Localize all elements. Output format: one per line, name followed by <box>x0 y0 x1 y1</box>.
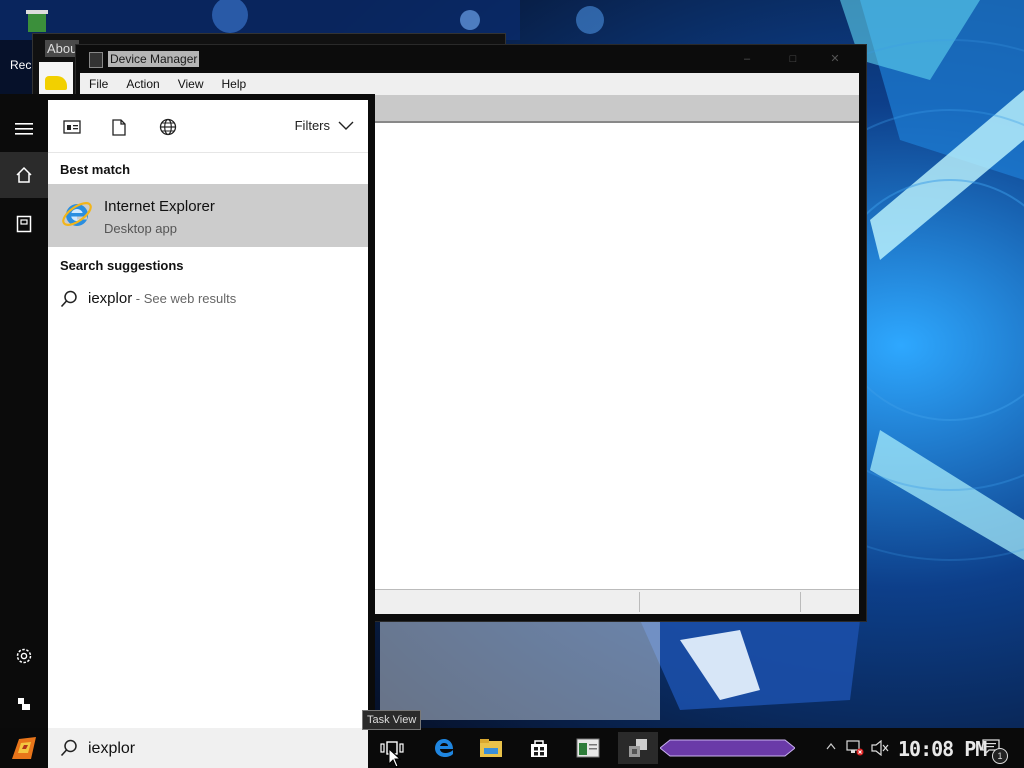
file-explorer-button[interactable] <box>471 732 511 764</box>
expand-menu-button[interactable] <box>0 106 48 152</box>
file-explorer-icon <box>480 739 502 757</box>
user-button[interactable] <box>0 681 48 727</box>
about-app-icon <box>39 62 73 94</box>
close-icon[interactable]: ✕ <box>820 49 850 69</box>
minimize-icon[interactable]: – <box>732 49 762 69</box>
filter-bar: Filters <box>48 100 368 153</box>
start-logo-icon <box>12 737 36 759</box>
notification-count-badge: 1 <box>992 748 1008 764</box>
home-button[interactable] <box>0 152 48 198</box>
status-divider <box>639 592 640 612</box>
recycle-bin-label: Rec <box>10 58 32 72</box>
result-type: Desktop app <box>104 221 177 236</box>
task-view-tooltip: Task View <box>362 710 422 730</box>
taskbar-decoration <box>660 739 795 757</box>
filters-label: Filters <box>294 118 330 133</box>
edge-button[interactable] <box>424 732 464 764</box>
clock[interactable]: 10:08 PM <box>898 737 987 761</box>
maximize-icon[interactable]: □ <box>778 49 808 69</box>
action-center-button[interactable]: 1 <box>982 739 1008 764</box>
suggestion-hint: - See web results <box>132 291 237 306</box>
user-icon <box>18 698 30 710</box>
chevron-down-icon <box>338 121 354 130</box>
search-results: Filters Best match Internet Explorer Des… <box>48 100 368 728</box>
best-match-result[interactable]: Internet Explorer Desktop app <box>48 184 368 247</box>
best-match-heading: Best match <box>60 162 131 177</box>
apps-filter-icon <box>63 120 81 134</box>
menu-help[interactable]: Help <box>213 77 256 91</box>
device-manager-icon <box>629 739 647 757</box>
result-name: Internet Explorer <box>104 198 215 215</box>
hamburger-icon <box>15 123 33 135</box>
device-manager-titlebar[interactable]: Device Manager – □ ✕ <box>76 45 866 73</box>
menu-view[interactable]: View <box>169 77 213 91</box>
internet-explorer-icon <box>62 202 92 226</box>
menu-file[interactable]: File <box>80 77 117 91</box>
documents-filter-button[interactable] <box>107 116 131 138</box>
app-window-icon <box>576 738 600 758</box>
device-manager-app-icon <box>89 52 103 68</box>
mouse-cursor-icon <box>388 748 402 768</box>
network-disconnected-icon[interactable] <box>846 740 864 756</box>
chevron-up-icon[interactable] <box>826 742 836 750</box>
search-input[interactable] <box>86 734 360 764</box>
menu-action[interactable]: Action <box>117 77 168 91</box>
start-rail <box>0 94 48 728</box>
suggestion-text: iexplor <box>88 290 133 307</box>
web-filter-button[interactable] <box>156 116 180 138</box>
filters-dropdown[interactable]: Filters <box>295 118 354 133</box>
device-manager-taskbar-button[interactable] <box>618 732 658 764</box>
start-button[interactable] <box>0 728 48 768</box>
documents-filter-icon <box>112 118 126 136</box>
recycle-bin-icon[interactable] <box>20 8 54 34</box>
settings-button[interactable] <box>0 633 48 679</box>
store-button[interactable] <box>519 732 559 764</box>
documents-icon <box>16 215 32 233</box>
edge-icon <box>435 739 453 757</box>
search-icon <box>60 290 77 308</box>
app-window-button[interactable] <box>568 732 608 764</box>
taskbar-search-box[interactable] <box>48 728 368 768</box>
store-icon <box>531 740 547 757</box>
device-manager-menubar: File Action View Help <box>80 73 859 95</box>
home-icon <box>16 166 32 183</box>
search-panel: Filters Best match Internet Explorer Des… <box>48 94 375 728</box>
device-manager-title: Device Manager <box>108 51 200 67</box>
volume-muted-icon[interactable] <box>871 740 889 756</box>
taskbar: 10:08 PM 1 <box>0 728 1024 768</box>
suggestion-query: iexplor - See web results <box>88 290 236 307</box>
search-suggestions-heading: Search suggestions <box>60 258 184 273</box>
documents-button[interactable] <box>0 201 48 247</box>
web-filter-icon <box>159 118 177 136</box>
settings-icon <box>16 648 32 664</box>
web-suggestion-item[interactable]: iexplor - See web results <box>48 284 368 314</box>
apps-filter-button[interactable] <box>60 116 84 138</box>
search-icon <box>60 739 77 757</box>
status-divider <box>800 592 801 612</box>
